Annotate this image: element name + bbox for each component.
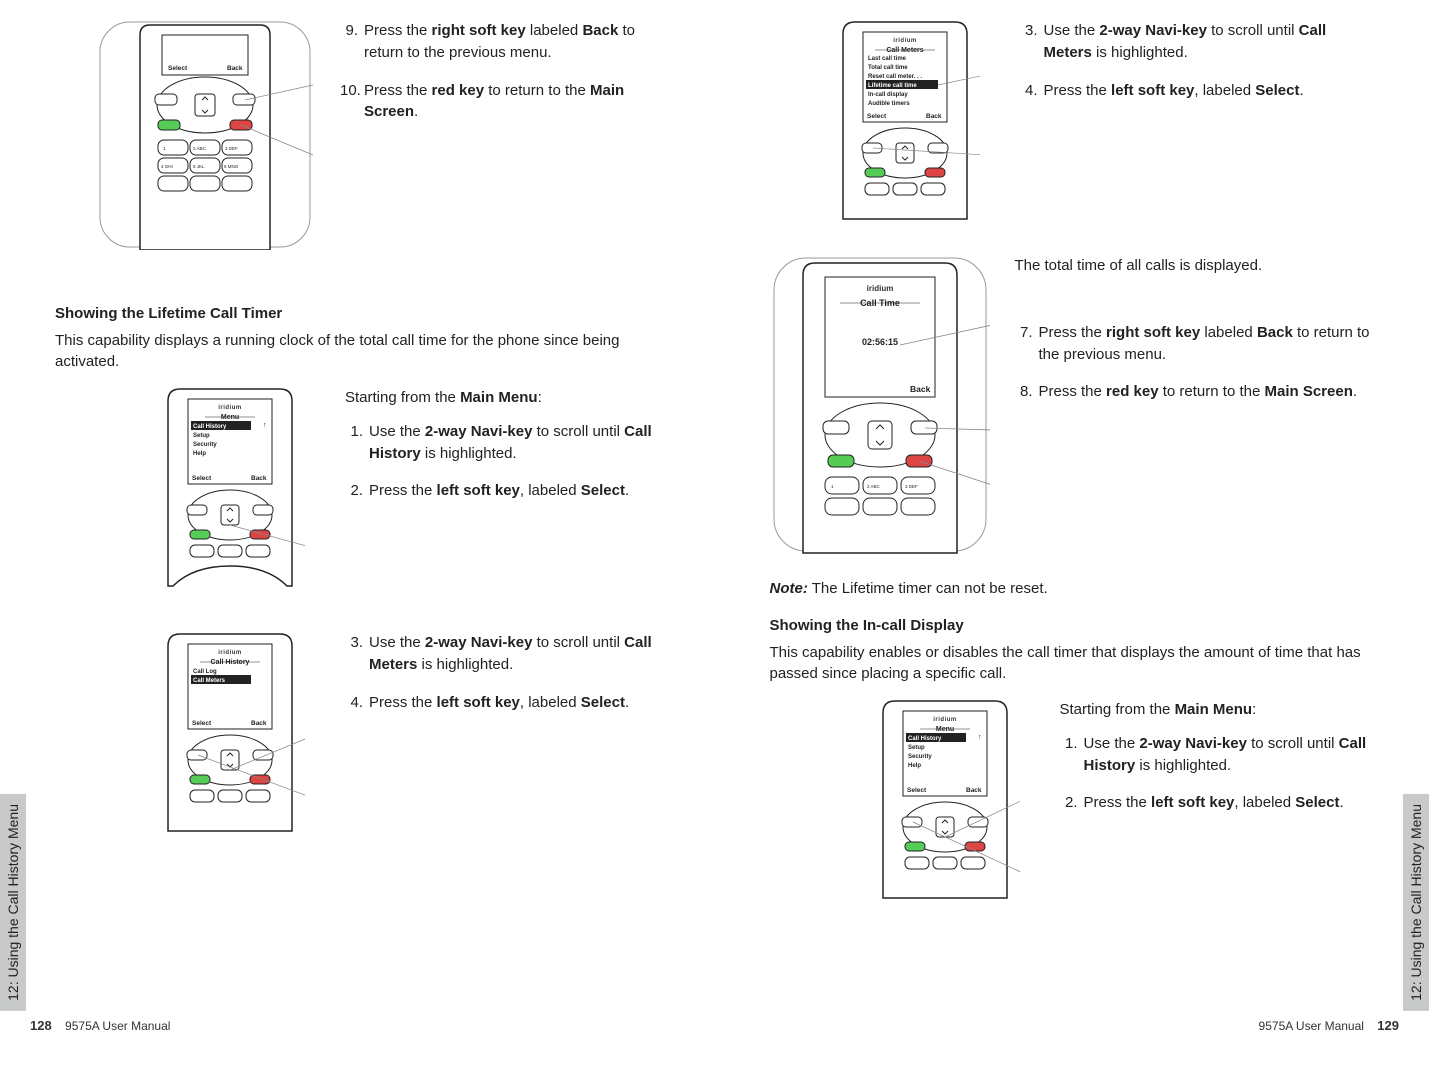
soft-select-label: Select [907,787,927,794]
section-body-lifetime: This capability displays a running clock… [55,330,660,372]
footer-left: 128 9575A User Manual [30,1018,170,1033]
menu-item: Help [908,763,921,769]
screen-title: Menu [935,726,953,733]
svg-text:2 ABC: 2 ABC [867,484,881,489]
menu-item: Call Log [193,669,217,675]
phone-illustration-callmeters: iridium Call Meters Last call time Total… [830,20,995,220]
svg-text:2 ABC: 2 ABC [193,146,207,151]
soft-back-label: Back [251,475,267,482]
menu-item-highlight: Call History [193,424,227,430]
lead-text-2: Starting from the Main Menu: [1060,699,1375,721]
soft-back-label: Back [910,384,931,394]
svg-text:↑: ↑ [263,422,267,429]
page-right: iridium Call Meters Last call time Total… [715,20,1429,1051]
phone-illustration-menu: iridium Menu Call History Setup Security… [155,387,320,587]
svg-text:6 MNO: 6 MNO [224,164,239,169]
step-2: 2. Press the left soft key, labeled Sele… [345,480,660,502]
side-tab-left: 12: Using the Call History Menu [0,794,26,1011]
brand-label: iridium [933,717,957,723]
svg-text:3 DEF: 3 DEF [225,146,238,151]
phone-illustration-callhistory: iridium Call History Call Log Call Meter… [155,632,320,832]
menu-item: Reset call meter. . . [868,74,922,80]
step-3b: 3. Use the 2-way Navi-key to scroll unti… [1020,20,1375,64]
note-lifetime: Note: The Lifetime timer can not be rese… [770,580,1375,597]
brand-label: iridium [218,650,242,656]
call-time-value: 02:56:15 [861,337,897,347]
soft-back-label: Back [251,720,267,727]
step-2b: 2. Press the left soft key, labeled Sele… [1060,792,1375,814]
menu-item: Last call time [868,56,907,62]
footer-right: 9575A User Manual 129 [1259,1018,1399,1033]
page-left: Select Back 12 ABC3 DEF 4 GHI5 JKL6 [0,20,715,1051]
step-1b: 1. Use the 2-way Navi-key to scroll unti… [1060,733,1375,777]
brand-label: iridium [218,405,242,411]
step-8: 8. Press the red key to return to the Ma… [1015,381,1375,403]
side-tab-right: 12: Using the Call History Menu [1403,794,1429,1011]
step-1: 1. Use the 2-way Navi-key to scroll unti… [345,421,660,465]
section-title-lifetime: Showing the Lifetime Call Timer [55,305,660,322]
soft-back-label: Back [926,113,942,120]
menu-item: Setup [908,745,925,751]
menu-item: Security [193,442,217,448]
step-7: 7. Press the right soft key labeled Back… [1015,322,1375,366]
screen-title: Call Time [860,298,900,308]
step-3: 3. Use the 2-way Navi-key to scroll unti… [345,632,660,676]
phone-illustration-top: Select Back 12 ABC3 DEF 4 GHI5 JKL6 [95,20,315,250]
step-4b: 4. Press the left soft key, labeled Sele… [1020,80,1375,102]
menu-item: Audible timers [868,101,910,107]
menu-item: In-call display [868,92,908,98]
display-text: The total time of all calls is displayed… [1015,255,1375,277]
svg-text:3 DEF: 3 DEF [905,484,918,489]
menu-item: Security [908,754,932,760]
svg-text:↑: ↑ [978,734,982,741]
brand-label: iridium [866,284,893,293]
section-body-incall: This capability enables or disables the … [770,642,1375,684]
section-title-incall: Showing the In-call Display [770,617,1375,634]
soft-select-label: Select [192,720,212,727]
svg-text:4 GHI: 4 GHI [161,164,173,169]
screen-title: Menu [221,414,239,421]
soft-back-label: Back [966,787,982,794]
step-9: 9. Press the right soft key labeled Back… [340,20,660,64]
soft-select-label: Select [168,65,188,72]
soft-select-label: Select [867,113,887,120]
screen-title: Call Meters [886,47,923,54]
menu-item: Setup [193,433,210,439]
soft-select-label: Select [192,475,212,482]
menu-item-highlight: Lifetime call time [868,83,917,89]
menu-item: Total call time [868,65,908,71]
brand-label: iridium [893,38,917,44]
soft-back-label: Back [227,65,243,72]
menu-item-highlight: Call History [908,736,942,742]
screen-title: Call History [211,659,250,666]
step-10: 10. Press the red key to return to the M… [340,80,660,124]
phone-illustration-menu2: iridium Menu Call History Setup Security… [870,699,1035,899]
phone-illustration-calltime: iridium Call Time 02:56:15 Back 12 ABC3 … [770,255,990,555]
menu-item: Help [193,451,206,457]
menu-item-highlight: Call Meters [193,678,226,684]
lead-text: Starting from the Main Menu: [345,387,660,409]
svg-text:5 JKL: 5 JKL [193,164,205,169]
step-4: 4. Press the left soft key, labeled Sele… [345,692,660,714]
